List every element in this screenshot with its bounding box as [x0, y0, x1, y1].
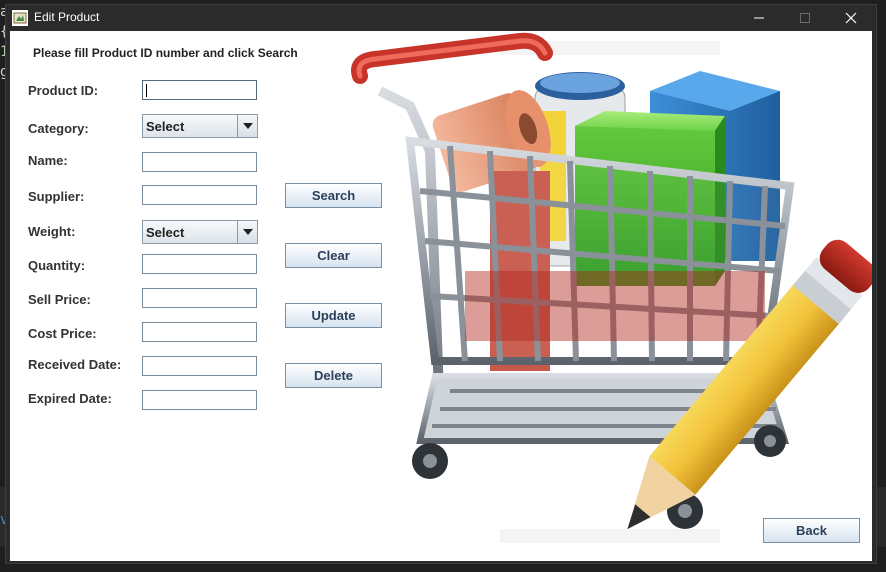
- chevron-down-icon[interactable]: [237, 221, 257, 243]
- maximize-button[interactable]: [782, 5, 828, 31]
- close-button[interactable]: [828, 5, 874, 31]
- title-bar[interactable]: Edit Product: [6, 5, 876, 31]
- instruction-text: Please fill Product ID number and click …: [33, 46, 298, 60]
- expired-date-input[interactable]: [142, 390, 257, 410]
- quantity-label: Quantity:: [28, 258, 86, 273]
- update-button[interactable]: Update: [285, 303, 382, 328]
- received-date-label: Received Date:: [28, 357, 122, 372]
- category-selected: Select: [146, 119, 185, 134]
- product-id-input[interactable]: [142, 80, 257, 100]
- quantity-input[interactable]: [142, 254, 257, 274]
- maximize-icon: [800, 13, 810, 23]
- name-input[interactable]: [142, 152, 257, 172]
- shopping-cart-with-pencil-icon: [351, 32, 872, 543]
- delete-button[interactable]: Delete: [285, 363, 382, 388]
- edit-product-window: Edit Product Please fill Product ID numb…: [5, 4, 877, 564]
- product-id-label: Product ID:: [28, 83, 99, 98]
- window-title: Edit Product: [34, 10, 100, 24]
- java-app-icon: [12, 10, 28, 26]
- expired-date-label: Expired Date:: [28, 391, 112, 406]
- category-label: Category:: [28, 121, 89, 136]
- weight-selected: Select: [146, 225, 185, 240]
- window-content: Please fill Product ID number and click …: [10, 31, 872, 561]
- search-button[interactable]: Search: [285, 183, 382, 208]
- sell-price-label: Sell Price:: [28, 292, 91, 307]
- minimize-button[interactable]: [736, 5, 782, 31]
- minimize-icon: [754, 17, 764, 19]
- cost-price-input[interactable]: [142, 322, 257, 342]
- back-button[interactable]: Back: [763, 518, 860, 543]
- weight-combo[interactable]: Select: [142, 220, 258, 244]
- cost-price-label: Cost Price:: [28, 326, 97, 341]
- sell-price-input[interactable]: [142, 288, 257, 308]
- received-date-input[interactable]: [142, 356, 257, 376]
- category-combo[interactable]: Select: [142, 114, 258, 138]
- text-caret: [146, 84, 147, 97]
- supplier-input[interactable]: [142, 185, 257, 205]
- weight-label: Weight:: [28, 224, 76, 239]
- close-icon: [845, 12, 857, 24]
- name-label: Name:: [28, 153, 68, 168]
- supplier-label: Supplier:: [28, 189, 85, 204]
- clear-button[interactable]: Clear: [285, 243, 382, 268]
- chevron-down-icon[interactable]: [237, 115, 257, 137]
